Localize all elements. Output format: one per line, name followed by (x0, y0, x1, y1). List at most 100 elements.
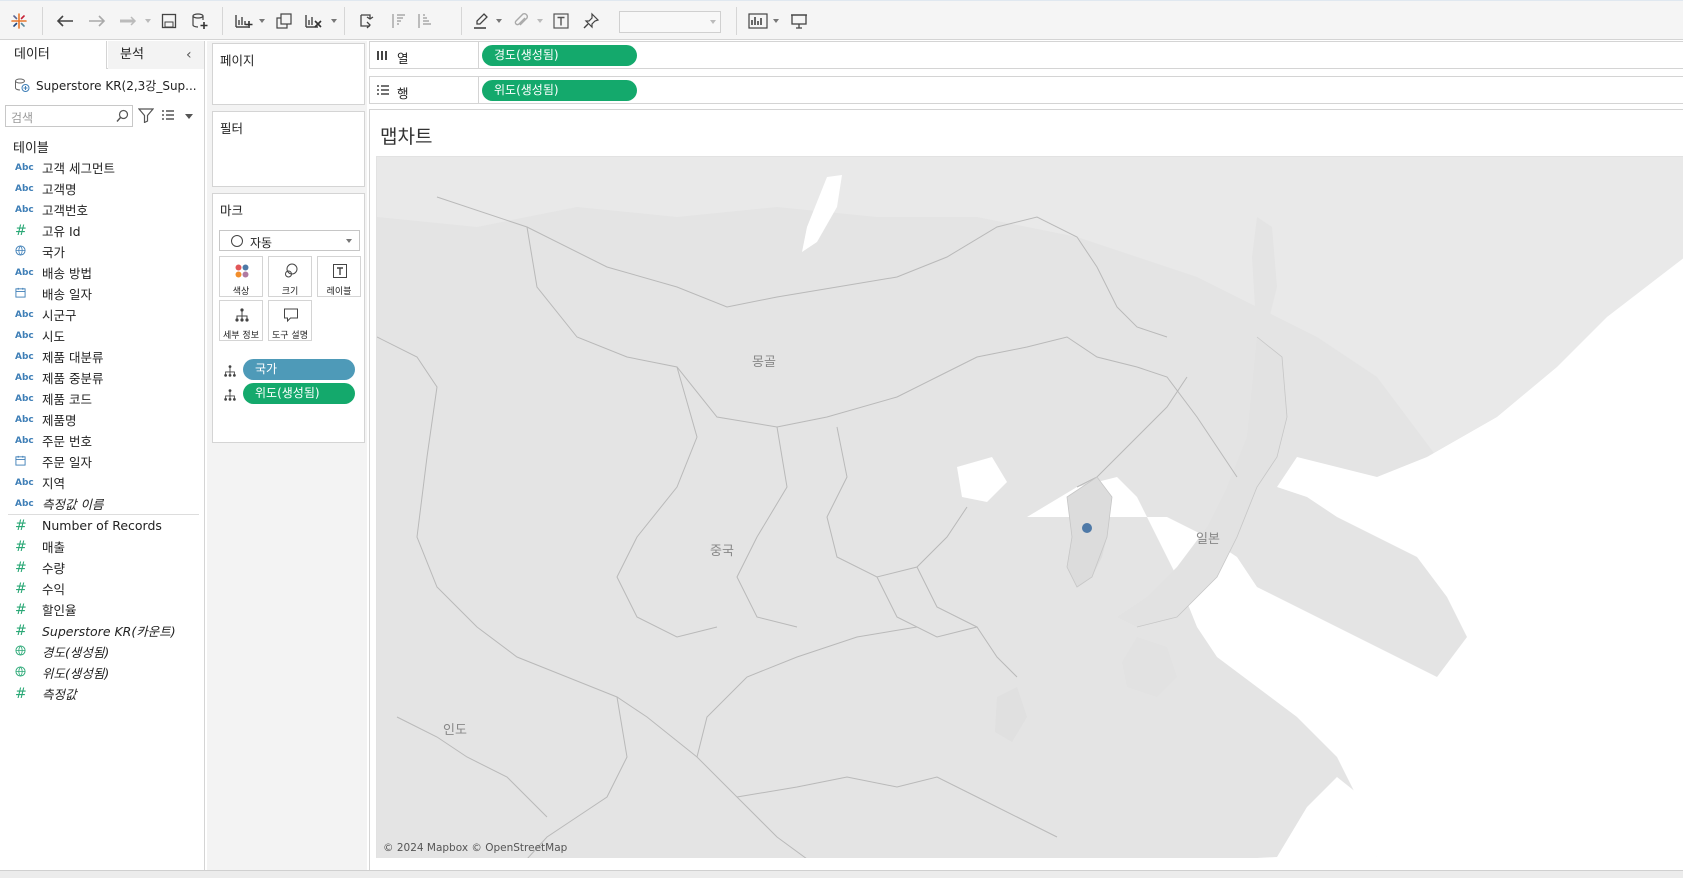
filters-card-title: 필터 (220, 121, 244, 136)
field-item[interactable]: # 할인율 (0, 599, 204, 620)
show-me-icon[interactable] (746, 9, 770, 33)
field-item[interactable]: Abc 고객 세그먼트 (0, 157, 204, 178)
rows-shelf[interactable]: 행 위도(생성됨) (369, 76, 1683, 104)
detail-hierarchy-icon (224, 365, 236, 377)
field-item[interactable]: # 고유 Id (0, 220, 204, 241)
redo-icon[interactable] (85, 9, 109, 33)
mark-pill-latitude[interactable]: 위도(생성됨) (243, 383, 355, 404)
field-item[interactable]: Abc 시군구 (0, 304, 204, 325)
map-label-india: 인도 (443, 723, 467, 738)
text-field-icon: Abc (15, 372, 34, 383)
group-members-icon[interactable] (510, 9, 532, 33)
field-item[interactable]: 경도(생성됨) (0, 641, 204, 662)
search-placeholder: 검색 (11, 111, 34, 125)
filter-icon[interactable] (138, 108, 154, 123)
field-label: 배송 방법 (42, 266, 92, 281)
fix-axes-pin-icon[interactable] (580, 9, 602, 33)
tooltip-button[interactable]: 도구 설명 (268, 300, 312, 341)
sort-ascending-icon[interactable] (388, 9, 410, 33)
datasource-item[interactable]: Superstore KR(2,3강_Sup... (14, 75, 197, 95)
filters-card[interactable]: 필터 (212, 111, 365, 187)
geo-field-icon (0, 665, 42, 680)
duplicate-sheet-icon[interactable] (272, 9, 296, 33)
undo-icon[interactable] (53, 9, 77, 33)
search-input[interactable]: 검색 (5, 105, 133, 127)
sort-descending-icon[interactable] (414, 9, 436, 33)
text-field-icon: Abc (15, 414, 34, 425)
rows-pill-latitude[interactable]: 위도(생성됨) (482, 80, 637, 101)
search-row: 검색 (5, 105, 201, 127)
field-item[interactable]: Abc 배송 방법 (0, 262, 204, 283)
tab-data[interactable]: 데이터 (0, 41, 107, 69)
field-item[interactable]: Abc 제품 중분류 (0, 367, 204, 388)
highlight-icon[interactable] (470, 9, 492, 33)
field-item[interactable]: # Number of Records (0, 515, 204, 536)
redo-dropdown-icon[interactable] (116, 9, 140, 33)
view-list-icon[interactable] (161, 109, 175, 121)
format-workbook-select[interactable] (619, 11, 721, 33)
mark-pill-row: 위도(생성됨) (219, 383, 359, 405)
date-field-icon (0, 287, 42, 301)
field-label: 제품 대분류 (42, 350, 104, 365)
field-item[interactable]: Abc 고객번호 (0, 199, 204, 220)
field-item[interactable]: # 매출 (0, 536, 204, 557)
field-item[interactable]: Abc 측정값 이름 (0, 493, 204, 514)
detail-icon (232, 306, 252, 324)
field-item[interactable]: 배송 일자 (0, 283, 204, 304)
presentation-mode-icon[interactable] (788, 9, 810, 33)
tableau-logo-icon[interactable] (8, 9, 30, 33)
circle-mark-icon (231, 235, 243, 247)
field-item[interactable]: # 측정값 (0, 683, 204, 704)
field-item[interactable]: Abc 제품 코드 (0, 388, 204, 409)
cards-column: 페이지 필터 마크 자동 색상 크기 레이블 세부 정보 도구 설명 국가 위도… (207, 41, 367, 878)
columns-pill-longitude[interactable]: 경도(생성됨) (482, 45, 637, 66)
map-canvas[interactable]: 몽골 중국 일본 인도 © 2024 Mapbox © OpenStreetMa… (376, 156, 1683, 858)
columns-shelf[interactable]: 열 경도(생성됨) (369, 41, 1683, 69)
swap-rows-columns-icon[interactable] (356, 9, 378, 33)
size-icon (281, 262, 301, 280)
new-worksheet-icon[interactable] (232, 9, 256, 33)
text-field-icon: Abc (15, 498, 34, 509)
field-label: 시도 (42, 329, 66, 344)
text-field-icon: Abc (15, 204, 34, 215)
collapse-pane-icon[interactable]: ‹ (186, 47, 192, 63)
label-icon (330, 262, 350, 280)
field-item[interactable]: # 수량 (0, 557, 204, 578)
field-label: 지역 (42, 476, 66, 491)
label-button[interactable]: 레이블 (317, 256, 361, 297)
field-item[interactable]: Abc 제품명 (0, 409, 204, 430)
size-button[interactable]: 크기 (268, 256, 312, 297)
field-item[interactable]: Abc 제품 대분류 (0, 346, 204, 367)
field-item[interactable]: Abc 지역 (0, 472, 204, 493)
field-item[interactable]: Abc 고객명 (0, 178, 204, 199)
field-item[interactable]: Abc 시도 (0, 325, 204, 346)
number-field-icon: # (15, 517, 27, 534)
detail-button[interactable]: 세부 정보 (219, 300, 263, 341)
columns-label: 열 (397, 51, 409, 66)
pane-tabs: 데이터 분석 ‹ (0, 41, 204, 69)
map-attribution[interactable]: © 2024 Mapbox © OpenStreetMap (383, 842, 567, 854)
field-item[interactable]: Abc 주문 번호 (0, 430, 204, 451)
view-options-caret-icon[interactable] (185, 114, 193, 119)
map-label-japan: 일본 (1196, 532, 1220, 547)
map-label-china: 중국 (710, 544, 734, 559)
color-button[interactable]: 색상 (219, 256, 263, 297)
datasource-icon (15, 78, 30, 92)
clear-sheet-icon[interactable] (302, 9, 326, 33)
field-item[interactable]: 국가 (0, 241, 204, 262)
field-item[interactable]: # Superstore KR(카운트) (0, 620, 204, 641)
new-data-source-icon[interactable] (189, 9, 211, 33)
field-item[interactable]: # 수익 (0, 578, 204, 599)
save-icon[interactable] (158, 9, 180, 33)
mark-pill-country[interactable]: 국가 (243, 359, 355, 380)
map-point-korea[interactable] (1082, 523, 1092, 533)
show-mark-labels-icon[interactable] (550, 9, 572, 33)
field-item[interactable]: 위도(생성됨) (0, 662, 204, 683)
marks-card: 마크 자동 색상 크기 레이블 세부 정보 도구 설명 국가 위도(생성됨) (212, 193, 365, 443)
number-field-icon: # (15, 559, 27, 576)
mark-type-label: 자동 (250, 236, 273, 250)
field-item[interactable]: 주문 일자 (0, 451, 204, 472)
mark-type-select[interactable]: 자동 (219, 230, 360, 251)
geo-field-icon (0, 644, 42, 659)
pages-card[interactable]: 페이지 (212, 43, 365, 105)
